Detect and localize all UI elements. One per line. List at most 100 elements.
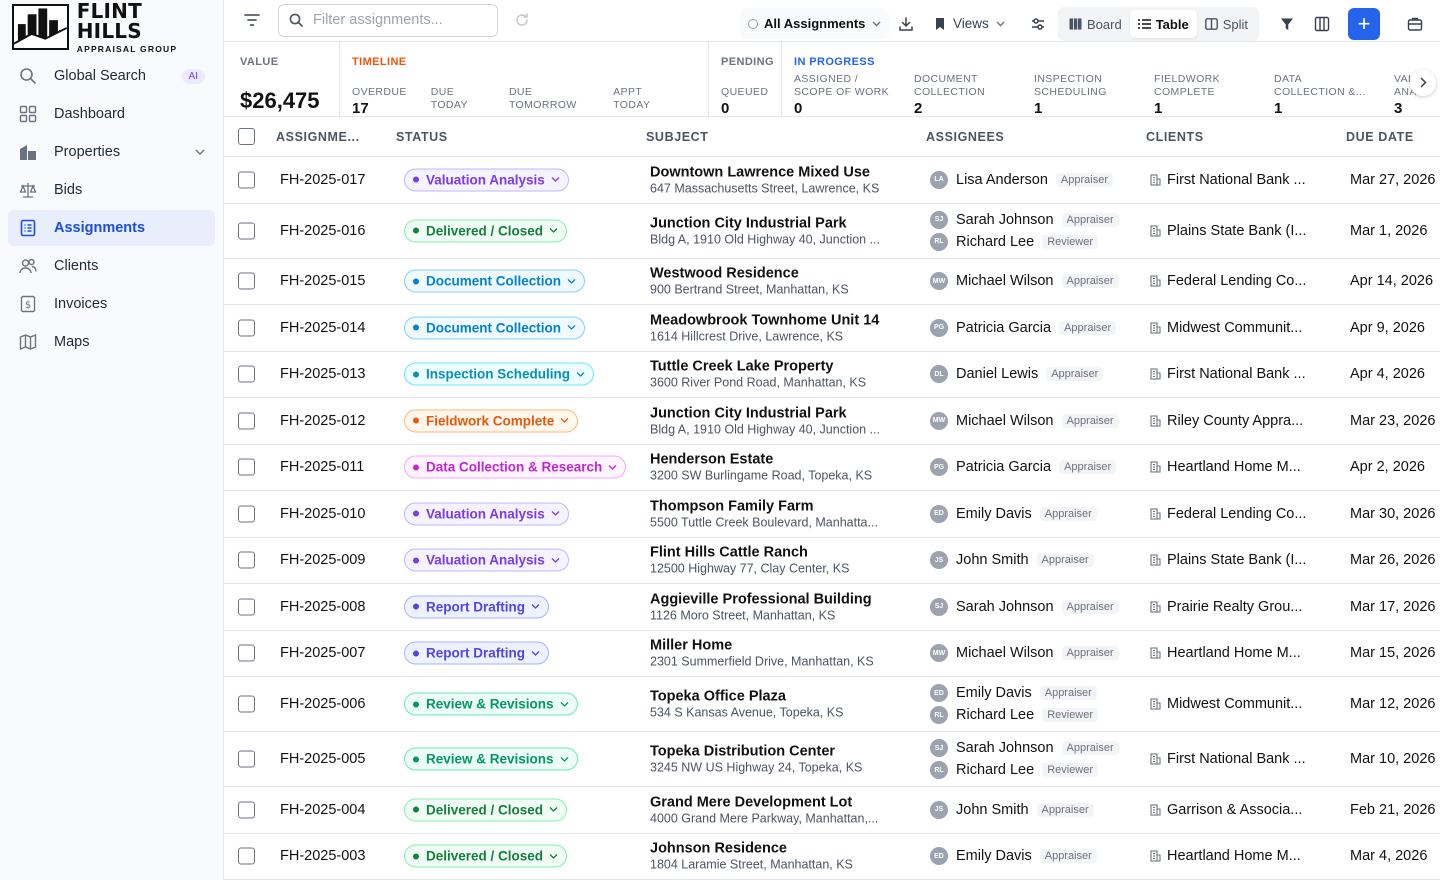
subject-cell[interactable]: Downtown Lawrence Mixed Use 647 Massachu… (650, 164, 879, 195)
assignment-id[interactable]: FH-2025-011 (280, 459, 364, 475)
views-dropdown[interactable]: Views (934, 8, 1005, 39)
status-badge[interactable]: Review & Revisions (404, 747, 578, 771)
row-checkbox[interactable] (238, 222, 255, 239)
header-subject[interactable]: SUBJECT (646, 130, 709, 144)
sidebar-item-dashboard[interactable]: Dashboard (8, 96, 215, 132)
table-row[interactable]: FH-2025-007 Report Drafting Miller Home … (224, 631, 1440, 677)
table-row[interactable]: FH-2025-011 Data Collection & Research H… (224, 445, 1440, 491)
stat-fieldwork-complete[interactable]: FIELDWORK COMPLETE 1 (1154, 73, 1266, 116)
client-cell[interactable]: Plains State Bank (I... (1150, 552, 1306, 568)
subject-cell[interactable]: Junction City Industrial Park Bldg A, 19… (650, 405, 880, 436)
stat-appt-today[interactable]: APPT TODAY 0 (613, 86, 672, 116)
status-badge[interactable]: Inspection Scheduling (404, 362, 595, 386)
client-cell[interactable]: First National Bank ... (1150, 172, 1306, 188)
status-badge[interactable]: Valuation Analysis (404, 548, 569, 572)
assignment-filter-select[interactable]: All Assignments (740, 8, 890, 39)
assignment-id[interactable]: FH-2025-016 (280, 223, 365, 239)
status-badge[interactable]: Review & Revisions (404, 692, 578, 716)
client-cell[interactable]: Federal Lending Co... (1150, 506, 1306, 522)
table-row[interactable]: FH-2025-016 Delivered / Closed Junction … (224, 204, 1440, 259)
assignment-id[interactable]: FH-2025-010 (280, 506, 365, 522)
row-checkbox[interactable] (238, 598, 255, 616)
assignment-id[interactable]: FH-2025-008 (280, 599, 365, 615)
sidebar-item-assignments[interactable]: Assignments (8, 210, 215, 246)
assignment-id[interactable]: FH-2025-004 (280, 802, 365, 818)
row-checkbox[interactable] (238, 412, 255, 430)
stat-overdue[interactable]: OVERDUE 17 (352, 86, 407, 116)
chevron-down-icon[interactable] (195, 149, 205, 155)
subject-cell[interactable]: Flint Hills Cattle Ranch 12500 Highway 7… (650, 545, 849, 576)
row-checkbox[interactable] (238, 505, 255, 523)
subject-cell[interactable]: Westwood Residence 900 Bertrand Street, … (650, 266, 849, 297)
status-badge[interactable]: Data Collection & Research (404, 455, 627, 479)
status-badge[interactable]: Delivered / Closed (404, 219, 568, 242)
row-checkbox[interactable] (238, 750, 255, 768)
status-badge[interactable]: Report Drafting (404, 641, 549, 665)
subject-cell[interactable]: Henderson Estate 3200 SW Burlingame Road… (650, 452, 872, 483)
client-cell[interactable]: Heartland Home M... (1150, 848, 1301, 864)
subject-cell[interactable]: Tuttle Creek Lake Property 3600 River Po… (650, 359, 866, 390)
table-row[interactable]: FH-2025-008 Report Drafting Aggieville P… (224, 584, 1440, 631)
assignee[interactable]: MW Michael Wilson Appraiser (930, 642, 1119, 664)
add-assignment-button[interactable]: + (1348, 8, 1380, 40)
assignment-id[interactable]: FH-2025-007 (280, 645, 365, 661)
assignment-id[interactable]: FH-2025-017 (280, 172, 365, 188)
assignment-id[interactable]: FH-2025-015 (280, 273, 365, 289)
header-due-date[interactable]: DUE DATE (1346, 130, 1414, 144)
client-cell[interactable]: Riley County Appra... (1150, 413, 1303, 429)
status-badge[interactable]: Report Drafting (404, 595, 549, 619)
table-row[interactable]: FH-2025-015 Document Collection Westwood… (224, 259, 1440, 305)
row-checkbox[interactable] (238, 272, 255, 290)
assignee[interactable]: LA Lisa Anderson Appraiser (930, 169, 1113, 191)
stat-document-collection[interactable]: DOCUMENT COLLECTION 2 (914, 73, 1026, 116)
assignment-id[interactable]: FH-2025-006 (280, 696, 365, 712)
assignment-id[interactable]: FH-2025-012 (280, 413, 365, 429)
table-view-button[interactable]: Table (1129, 10, 1197, 38)
assignee[interactable]: MW Michael Wilson Appraiser (930, 270, 1119, 292)
download-icon[interactable] (892, 10, 920, 38)
header-assignment[interactable]: ASSIGNME... (276, 130, 360, 144)
search-input[interactable] (313, 12, 483, 29)
assignee[interactable]: RL Richard Lee Reviewer (930, 759, 1119, 781)
subject-cell[interactable]: Meadowbrook Townhome Unit 14 1614 Hillcr… (650, 312, 879, 343)
sidebar-item-invoices[interactable]: $ Invoices (8, 286, 215, 322)
client-cell[interactable]: Midwest Communit... (1150, 320, 1302, 336)
brand-logo[interactable]: FLINT HILLS APPRAISAL GROUP (8, 0, 215, 54)
header-assignees[interactable]: ASSIGNEES (926, 130, 1004, 144)
client-cell[interactable]: Heartland Home M... (1150, 459, 1301, 475)
subject-cell[interactable]: Miller Home 2301 Summerfield Drive, Manh… (650, 638, 874, 669)
assignee[interactable]: PG Patricia Garcia Appraiser (930, 456, 1117, 478)
status-badge[interactable]: Delivered / Closed (404, 798, 568, 822)
assignee[interactable]: SJ Sarah Johnson Appraiser (930, 737, 1119, 759)
assignee[interactable]: JS John Smith Appraiser (930, 799, 1094, 821)
sidebar-item-maps[interactable]: Maps (8, 324, 215, 360)
assignee[interactable]: JS John Smith Appraiser (930, 549, 1094, 571)
assignee[interactable]: ED Emily Davis Appraiser (930, 503, 1097, 525)
assignee[interactable]: SJ Sarah Johnson Appraiser (930, 209, 1119, 231)
assignment-id[interactable]: FH-2025-013 (280, 366, 365, 382)
client-cell[interactable]: First National Bank ... (1150, 366, 1306, 382)
header-clients[interactable]: CLIENTS (1146, 130, 1204, 144)
assignee[interactable]: SJ Sarah Johnson Appraiser (930, 596, 1119, 618)
row-checkbox[interactable] (238, 458, 255, 476)
row-checkbox[interactable] (238, 801, 255, 819)
table-row[interactable]: FH-2025-005 Review & Revisions Topeka Di… (224, 732, 1440, 787)
row-checkbox[interactable] (238, 551, 255, 569)
client-cell[interactable]: Garrison & Associa... (1150, 802, 1302, 818)
row-checkbox[interactable] (238, 171, 255, 189)
row-checkbox[interactable] (238, 319, 255, 337)
sidebar-item-clients[interactable]: Clients (8, 248, 215, 284)
split-view-button[interactable]: Split (1197, 10, 1256, 38)
table-row[interactable]: FH-2025-006 Review & Revisions Topeka Of… (224, 677, 1440, 732)
stat-data-collection[interactable]: DATA COLLECTION &... 1 (1274, 73, 1386, 116)
stat-due-today[interactable]: DUE TODAY 0 (431, 86, 485, 116)
assignee[interactable]: RL Richard Lee Reviewer (930, 704, 1099, 726)
assignment-id[interactable]: FH-2025-003 (280, 848, 365, 864)
subject-cell[interactable]: Johnson Residence 1804 Laramie Street, M… (650, 841, 853, 872)
status-badge[interactable]: Document Collection (404, 269, 586, 293)
table-row[interactable]: FH-2025-017 Valuation Analysis Downtown … (224, 157, 1440, 204)
assignment-id[interactable]: FH-2025-009 (280, 552, 365, 568)
scroll-right-button[interactable] (1410, 69, 1436, 96)
assignment-id[interactable]: FH-2025-014 (280, 320, 365, 336)
row-checkbox[interactable] (238, 695, 255, 713)
